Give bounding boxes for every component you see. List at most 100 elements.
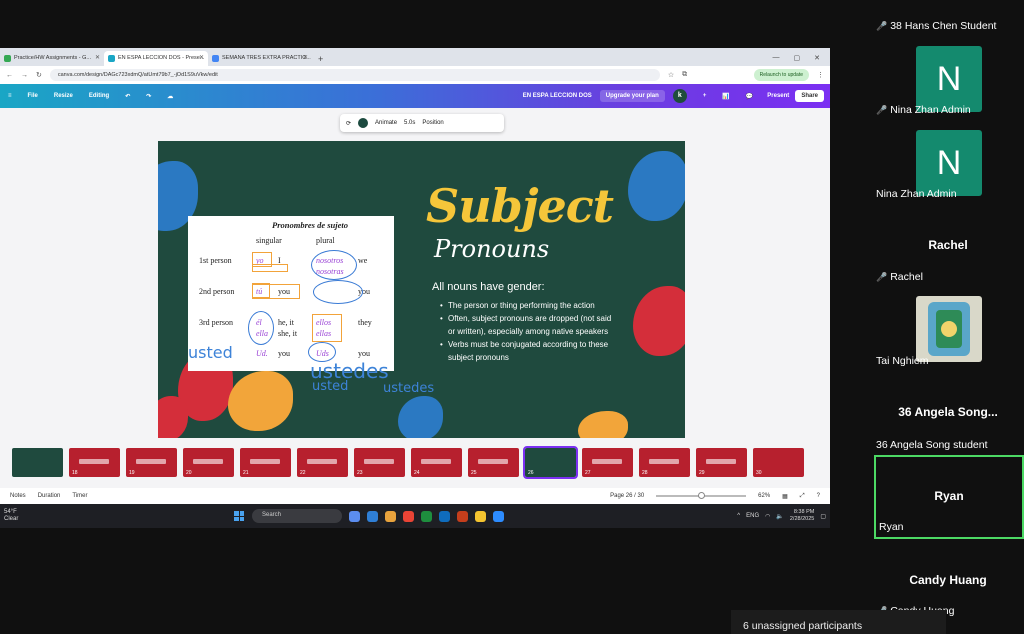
browser-tab-semana[interactable]: SEMANA TRES EXTRA PRACTIC... ✕ xyxy=(208,51,312,66)
menu-icon[interactable]: ⋮ xyxy=(817,71,824,79)
browser-tab-canva[interactable]: EN ESPA LECCION DOS - Prese... ✕ xyxy=(104,51,208,66)
slide-canvas[interactable]: Pronombres de sujeto singular plural 1st… xyxy=(158,141,685,438)
slide-thumbnail[interactable]: 28 xyxy=(639,448,690,477)
canva-bottom-bar: Notes Duration Timer Page 26 / 30 62% ▦ … xyxy=(0,488,830,504)
close-icon[interactable]: ✕ xyxy=(95,54,100,61)
star-icon[interactable]: ☆ xyxy=(668,71,674,79)
hamburger-icon[interactable]: ≡ xyxy=(0,93,20,99)
excel-icon[interactable] xyxy=(421,510,432,522)
notification-icon[interactable]: ▢ xyxy=(820,513,826,520)
chrome-icon[interactable] xyxy=(403,510,414,522)
tab-label: EN ESPA LECCION DOS - Prese... xyxy=(118,55,205,61)
avatar[interactable]: k xyxy=(672,89,687,103)
duration-toggle[interactable]: Duration xyxy=(38,493,61,499)
url-field[interactable]: canva.com/design/DAGc723xdmQ/atUmt79b7_-… xyxy=(49,69,660,81)
undo-icon[interactable]: ↶ xyxy=(117,93,138,100)
windows-start-icon[interactable] xyxy=(234,511,244,521)
close-icon[interactable]: ✕ xyxy=(199,54,204,61)
slide-thumbnail[interactable]: 22 xyxy=(297,448,348,477)
participant-name[interactable]: Nina Zhan Admin xyxy=(876,188,957,200)
close-icon[interactable]: ✕ xyxy=(303,54,308,61)
file-menu[interactable]: File xyxy=(20,93,46,99)
task-view-icon[interactable] xyxy=(349,510,360,522)
file-explorer-icon[interactable] xyxy=(475,510,486,522)
col-plural: plural xyxy=(316,236,335,245)
participant-name[interactable]: Tai Nghiem xyxy=(876,355,929,367)
ink-annotation: usted xyxy=(188,343,233,362)
position-button[interactable]: Position xyxy=(422,120,443,126)
gender-heading: All nouns have gender: xyxy=(432,281,545,293)
slide-thumbnail[interactable]: 18 xyxy=(69,448,120,477)
reload-icon[interactable]: ↻ xyxy=(36,71,42,79)
replace-icon[interactable]: ⟳ xyxy=(346,120,351,127)
windows-taskbar: 54°F Clear Search ^ ENG ◠ 🔈 8:38 PM 2/28 xyxy=(0,504,830,528)
slide-thumbnail[interactable]: 19 xyxy=(126,448,177,477)
upgrade-button[interactable]: Upgrade your plan xyxy=(599,90,665,102)
animate-button[interactable]: Animate xyxy=(375,120,397,126)
fullscreen-icon[interactable]: ⤢ xyxy=(800,493,805,500)
unassigned-participants-banner[interactable]: 6 unassigned participants xyxy=(731,610,946,634)
slide-thumbnail[interactable]: 30 xyxy=(753,448,804,477)
slide-thumbnail[interactable]: 29 xyxy=(696,448,747,477)
slide-thumbnail[interactable]: 24 xyxy=(411,448,462,477)
doc-title[interactable]: EN ESPA LECCION DOS xyxy=(515,93,600,99)
edge-icon[interactable] xyxy=(367,510,378,522)
slide-thumbnail[interactable]: 27 xyxy=(582,448,633,477)
new-tab-icon[interactable]: + xyxy=(312,54,329,66)
slide-thumbnail[interactable] xyxy=(12,448,63,477)
extensions-icon[interactable]: ⧉ xyxy=(682,71,687,79)
zoom-slider[interactable] xyxy=(656,492,747,499)
tab-label: SEMANA TRES EXTRA PRACTIC... xyxy=(222,55,311,61)
mic-muted-icon: 🎤 xyxy=(876,272,888,282)
speaker-icon[interactable]: 🔈 xyxy=(776,513,783,520)
active-speaker-tile[interactable]: Ryan Ryan xyxy=(874,455,1024,539)
participant-name[interactable]: 36 Angela Song student xyxy=(876,439,988,451)
maximize-icon[interactable]: ▢ xyxy=(794,54,801,62)
minimize-icon[interactable]: — xyxy=(773,54,780,62)
close-window-icon[interactable]: ✕ xyxy=(814,54,820,62)
slide-thumbnail-active[interactable]: 26 xyxy=(523,446,578,479)
outlook-icon[interactable] xyxy=(439,510,450,522)
forward-icon[interactable]: → xyxy=(21,72,28,79)
address-bar-row: ← → ↻ canva.com/design/DAGc723xdmQ/atUmt… xyxy=(0,66,830,84)
participant-name[interactable]: 🎤 38 Hans Chen Student xyxy=(876,20,996,32)
participant-name[interactable]: 🎤 Rachel xyxy=(876,271,923,283)
timer-button[interactable]: Timer xyxy=(72,493,87,499)
analytics-icon[interactable]: 📊 xyxy=(714,93,737,100)
editing-menu[interactable]: Editing xyxy=(81,93,117,99)
taskbar-search[interactable]: Search xyxy=(252,509,342,523)
comment-icon[interactable]: 💬 xyxy=(738,93,761,100)
resize-menu[interactable]: Resize xyxy=(46,93,81,99)
grid-view-icon[interactable]: ▦ xyxy=(782,493,788,500)
weather-widget[interactable]: 54°F Clear xyxy=(4,509,74,523)
share-button[interactable]: Share xyxy=(795,90,824,102)
highlight-box xyxy=(252,284,300,299)
slide-thumbnail[interactable]: 23 xyxy=(354,448,405,477)
clock[interactable]: 8:38 PM 2/28/2025 xyxy=(790,509,814,523)
chevron-up-icon[interactable]: ^ xyxy=(737,513,740,519)
zoom-level[interactable]: 62% xyxy=(758,493,770,499)
back-icon[interactable]: ← xyxy=(6,72,13,79)
copilot-icon[interactable] xyxy=(385,510,396,522)
duration-button[interactable]: 5.0s xyxy=(404,120,415,126)
help-icon[interactable]: ? xyxy=(817,493,820,499)
browser-tab-bar: Practice/HW Assignments - G... ✕ EN ESPA… xyxy=(0,48,830,66)
zoom-slider-handle[interactable] xyxy=(698,492,706,499)
lang-indicator[interactable]: ENG xyxy=(746,513,759,519)
notes-button[interactable]: Notes xyxy=(10,493,26,499)
present-button[interactable]: Present xyxy=(761,90,795,102)
browser-tab-assignments[interactable]: Practice/HW Assignments - G... ✕ xyxy=(0,51,104,66)
powerpoint-icon[interactable] xyxy=(457,510,468,522)
color-swatch[interactable] xyxy=(358,118,369,128)
add-icon[interactable]: + xyxy=(695,93,715,99)
participant-name[interactable]: 🎤 Nina Zhan Admin xyxy=(876,104,971,116)
redo-icon[interactable]: ↷ xyxy=(138,93,159,100)
cloud-save-icon: ☁ xyxy=(167,93,174,100)
wifi-icon[interactable]: ◠ xyxy=(765,513,770,520)
slide-thumbnail[interactable]: 20 xyxy=(183,448,234,477)
zoom-icon[interactable] xyxy=(493,510,504,522)
slide-thumbnail[interactable]: 25 xyxy=(468,448,519,477)
participants-panel: 🎤 38 Hans Chen Student N 🎤 Nina Zhan Admin… xyxy=(872,0,1024,634)
slide-thumbnail[interactable]: 21 xyxy=(240,448,291,477)
relaunch-button[interactable]: Relaunch to update xyxy=(753,69,809,81)
